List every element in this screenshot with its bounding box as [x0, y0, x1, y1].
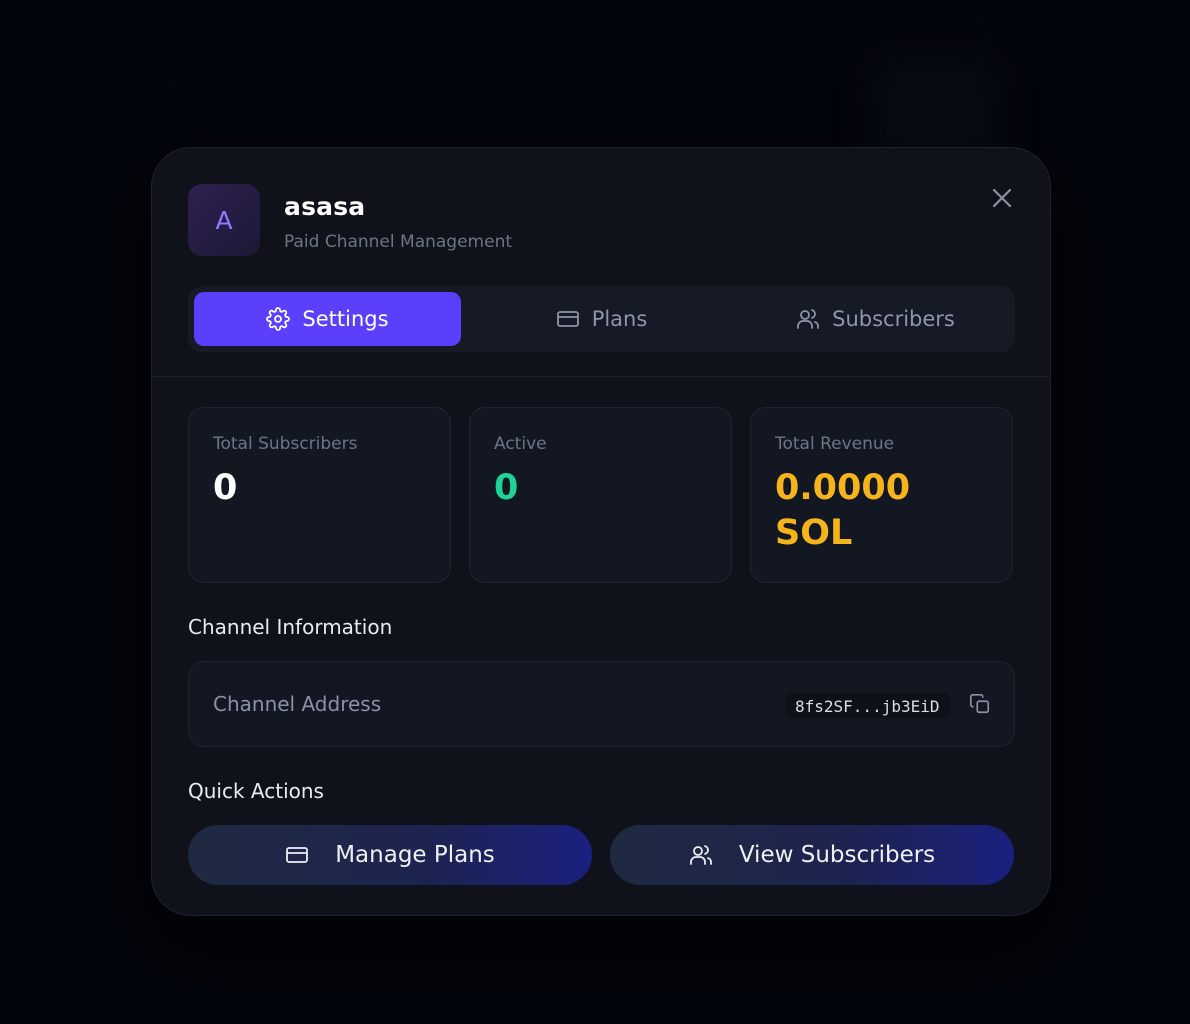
tab-subscribers[interactable]: Subscribers — [742, 292, 1009, 346]
channel-address-label: Channel Address — [213, 692, 382, 716]
copy-icon — [970, 694, 990, 714]
header-divider — [152, 376, 1050, 377]
stat-card-total-subscribers: Total Subscribers 0 — [188, 407, 451, 583]
close-button[interactable] — [988, 184, 1016, 212]
channel-address-card: Channel Address 8fs2SF...jb3EiD — [188, 661, 1015, 747]
view-subscribers-label: View Subscribers — [738, 842, 936, 868]
channel-address-value: 8fs2SF...jb3EiD — [785, 693, 950, 719]
stat-value: 0 — [494, 468, 519, 508]
revenue-currency: SOL — [775, 513, 853, 553]
tab-subscribers-label: Subscribers — [832, 307, 955, 331]
card-icon — [286, 847, 309, 863]
copy-address-button[interactable] — [969, 693, 991, 715]
view-subscribers-button[interactable]: View Subscribers — [610, 825, 1014, 885]
tab-plans-label: Plans — [591, 307, 648, 331]
page-subtitle: Paid Channel Management — [284, 232, 513, 252]
section-title-quick-actions: Quick Actions — [188, 779, 324, 803]
users-icon — [797, 309, 820, 329]
channel-modal: A asasa Paid Channel Management Settings… — [151, 147, 1051, 916]
avatar-letter: A — [215, 205, 233, 235]
stat-value: 0.0000 SOL — [775, 466, 910, 556]
manage-plans-label: Manage Plans — [335, 842, 495, 868]
revenue-amount: 0.0000 — [775, 468, 911, 508]
stat-value: 0 — [213, 468, 238, 508]
card-icon — [556, 311, 579, 327]
tab-settings-label: Settings — [302, 307, 389, 331]
tab-bar: Settings Plans Subscribers — [188, 286, 1015, 352]
stat-card-active: Active 0 — [469, 407, 732, 583]
tab-settings[interactable]: Settings — [194, 292, 461, 346]
stat-card-total-revenue: Total Revenue 0.0000 SOL — [750, 407, 1013, 583]
tab-plans[interactable]: Plans — [468, 292, 735, 346]
stat-label: Total Subscribers — [213, 434, 358, 454]
page-title: asasa — [284, 192, 366, 221]
section-title-channel-info: Channel Information — [188, 615, 393, 639]
stat-label: Total Revenue — [775, 434, 895, 454]
users-icon — [689, 845, 712, 865]
manage-plans-button[interactable]: Manage Plans — [188, 825, 592, 885]
stat-label: Active — [494, 434, 547, 454]
gear-icon — [266, 307, 291, 331]
close-icon — [992, 188, 1012, 208]
avatar: A — [188, 184, 260, 256]
